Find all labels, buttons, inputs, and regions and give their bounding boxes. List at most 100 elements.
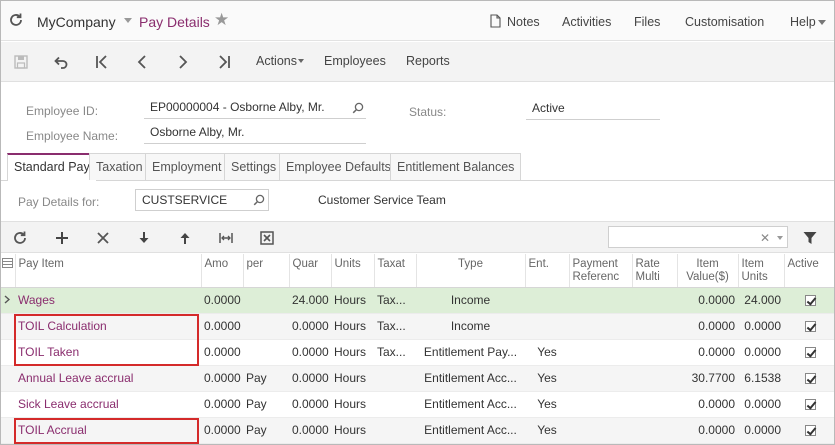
ent-cell: Yes bbox=[525, 339, 569, 366]
tab-employee-defaults[interactable]: Employee Defaults bbox=[279, 153, 398, 180]
col-amount[interactable]: Amo bbox=[201, 254, 244, 288]
active-cell[interactable] bbox=[784, 365, 834, 392]
pay-item-cell[interactable]: Wages bbox=[15, 287, 201, 314]
col-per[interactable]: per bbox=[243, 254, 290, 288]
help-dropdown-icon[interactable] bbox=[818, 20, 826, 25]
active-cell[interactable] bbox=[784, 287, 834, 314]
item-value-cell: 0.0000 bbox=[677, 417, 738, 444]
rate-multi-cell bbox=[632, 313, 677, 340]
tab-settings[interactable]: Settings bbox=[224, 153, 284, 180]
table-row[interactable]: Sick Leave accrual 0.0000 Pay 0.0000 Hours En… bbox=[1, 391, 834, 418]
undo-icon[interactable] bbox=[53, 54, 69, 70]
move-down-icon[interactable] bbox=[136, 230, 152, 246]
active-cell[interactable] bbox=[784, 339, 834, 366]
add-row-icon[interactable] bbox=[54, 230, 70, 246]
clear-search-icon[interactable]: ✕ bbox=[760, 231, 770, 245]
units-cell: Hours bbox=[331, 365, 374, 392]
delete-row-icon[interactable] bbox=[95, 230, 111, 246]
type-cell: Income bbox=[416, 313, 525, 340]
filter-icon[interactable] bbox=[802, 230, 818, 246]
per-cell bbox=[243, 313, 289, 340]
grid-refresh-icon[interactable] bbox=[12, 230, 28, 246]
company-name[interactable]: MyCompany bbox=[37, 14, 116, 30]
files-link[interactable]: Files bbox=[634, 15, 660, 29]
fit-columns-icon[interactable] bbox=[218, 230, 234, 246]
col-payment-reference[interactable]: Payment Referenc bbox=[569, 254, 633, 288]
next-record-icon[interactable] bbox=[175, 54, 191, 70]
table-row[interactable]: TOIL Calculation 0.0000 0.0000 Hours Tax... I… bbox=[1, 313, 834, 340]
active-cell[interactable] bbox=[784, 417, 834, 444]
pay-item-cell[interactable]: Annual Leave accrual bbox=[15, 365, 201, 392]
type-cell: Entitlement Pay... bbox=[416, 339, 525, 366]
col-active[interactable]: Active bbox=[784, 254, 834, 288]
row-selector bbox=[1, 287, 15, 314]
table-row[interactable]: Annual Leave accrual 0.0000 Pay 0.0000 Hours… bbox=[1, 365, 834, 392]
help-link[interactable]: Help bbox=[790, 15, 816, 29]
col-ent[interactable]: Ent. bbox=[525, 254, 570, 288]
active-checkbox[interactable] bbox=[804, 399, 816, 411]
col-tax[interactable]: Taxat bbox=[374, 254, 417, 288]
tab-employment[interactable]: Employment bbox=[145, 153, 229, 180]
status-value: Active bbox=[532, 101, 565, 115]
units-cell: Hours bbox=[331, 313, 374, 340]
col-units[interactable]: Units bbox=[331, 254, 375, 288]
pay-item-cell[interactable]: TOIL Accrual bbox=[15, 417, 201, 444]
active-checkbox[interactable] bbox=[804, 425, 816, 437]
search-icon[interactable] bbox=[352, 102, 364, 114]
employee-id-field[interactable]: EP00000004 - Osborne Alby, Mr. bbox=[144, 99, 366, 119]
export-excel-icon[interactable] bbox=[259, 230, 275, 246]
first-record-icon[interactable] bbox=[94, 54, 110, 70]
pay-item-cell[interactable]: TOIL Calculation bbox=[15, 313, 201, 340]
col-pay-item[interactable]: Pay Item bbox=[15, 254, 202, 288]
last-record-icon[interactable] bbox=[216, 54, 232, 70]
grid-search-input[interactable]: ✕ bbox=[608, 226, 788, 248]
refresh-icon[interactable] bbox=[8, 12, 24, 28]
tab-taxation[interactable]: Taxation bbox=[89, 153, 150, 180]
row-selector bbox=[1, 313, 15, 340]
search-dropdown-icon[interactable] bbox=[777, 236, 783, 240]
quantity-cell: 0.0000 bbox=[289, 417, 331, 444]
amount-cell: 0.0000 bbox=[201, 391, 243, 418]
active-cell[interactable] bbox=[784, 313, 834, 340]
pay-item-cell[interactable]: TOIL Taken bbox=[15, 339, 201, 366]
table-row[interactable]: TOIL Accrual 0.0000 Pay 0.0000 Hours Entitlem… bbox=[1, 417, 834, 444]
col-rate-multiplier[interactable]: Rate Multi bbox=[632, 254, 678, 288]
customisation-link[interactable]: Customisation bbox=[685, 15, 764, 29]
table-row[interactable]: Wages 0.0000 24.000 Hours Tax... Income 0.0000… bbox=[1, 287, 834, 314]
grid-settings-icon[interactable] bbox=[2, 258, 13, 268]
actions-dropdown-icon[interactable] bbox=[298, 59, 304, 63]
save-icon[interactable] bbox=[13, 54, 29, 70]
company-dropdown-icon[interactable] bbox=[124, 18, 132, 23]
previous-record-icon[interactable] bbox=[134, 54, 150, 70]
tax-cell: Tax... bbox=[374, 313, 416, 340]
col-quantity[interactable]: Quar bbox=[289, 254, 332, 288]
pay-details-field[interactable]: CUSTSERVICE bbox=[135, 189, 269, 211]
employees-button[interactable]: Employees bbox=[324, 54, 386, 68]
ent-cell: Yes bbox=[525, 391, 569, 418]
col-type[interactable]: Type bbox=[416, 254, 526, 288]
notes-link[interactable]: Notes bbox=[507, 15, 540, 29]
active-cell[interactable] bbox=[784, 391, 834, 418]
actions-menu[interactable]: Actions bbox=[256, 54, 297, 68]
status-field[interactable]: Active bbox=[526, 100, 660, 120]
rate-multi-cell bbox=[632, 339, 677, 366]
rate-multi-cell bbox=[632, 417, 677, 444]
pay-item-cell[interactable]: Sick Leave accrual bbox=[15, 391, 201, 418]
pay-details-search-icon[interactable] bbox=[253, 194, 265, 206]
col-item-value[interactable]: Item Value($) bbox=[677, 254, 739, 288]
tab-standard-pay[interactable]: Standard Pay bbox=[7, 153, 97, 181]
move-up-icon[interactable] bbox=[177, 230, 193, 246]
reports-button[interactable]: Reports bbox=[406, 54, 450, 68]
active-checkbox[interactable] bbox=[804, 321, 816, 333]
favorite-star-icon[interactable]: ★ bbox=[214, 11, 229, 28]
active-checkbox[interactable] bbox=[804, 347, 816, 359]
table-row[interactable]: TOIL Taken 0.0000 0.0000 Hours Tax... Entitle… bbox=[1, 339, 834, 366]
active-checkbox[interactable] bbox=[804, 295, 816, 307]
item-value-cell: 0.0000 bbox=[677, 313, 738, 340]
tab-entitlement-balances[interactable]: Entitlement Balances bbox=[390, 153, 522, 180]
col-item-units[interactable]: Item Units bbox=[738, 254, 785, 288]
activities-link[interactable]: Activities bbox=[562, 15, 611, 29]
notes-icon[interactable] bbox=[490, 14, 501, 28]
pay-items-grid: Pay Item Amo per Quar Units Taxat Type E… bbox=[1, 254, 834, 444]
active-checkbox[interactable] bbox=[804, 373, 816, 385]
